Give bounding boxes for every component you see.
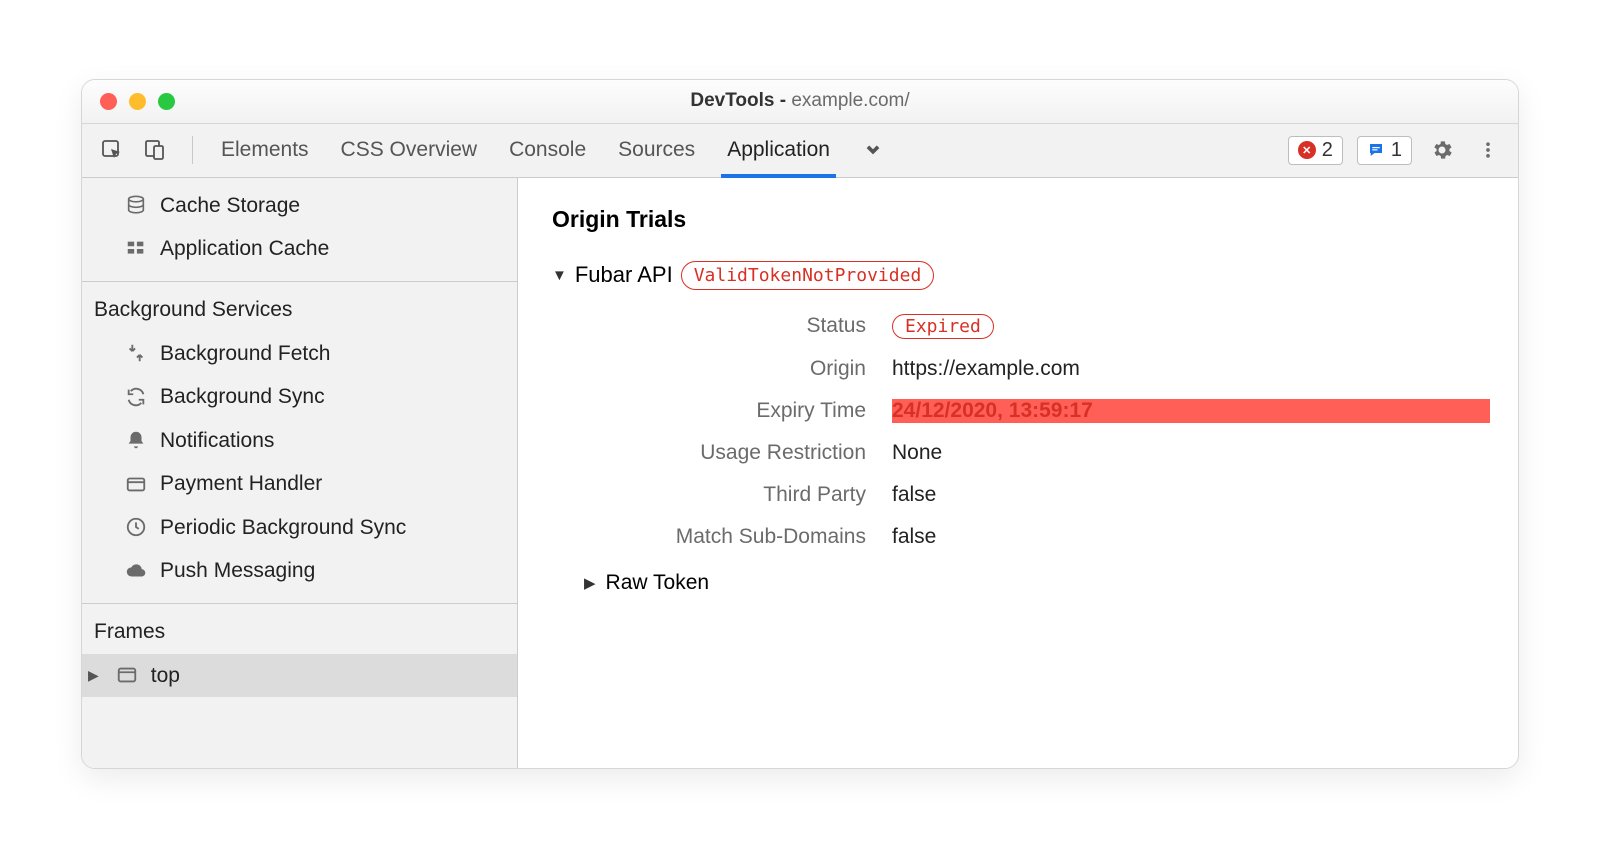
expired-badge: Expired: [892, 314, 994, 339]
raw-token-label: Raw Token: [606, 571, 710, 595]
origin-trials-heading: Origin Trials: [552, 206, 1490, 233]
sidebar-item-payment-handler[interactable]: Payment Handler: [82, 462, 517, 506]
sidebar-item-periodic-background-sync[interactable]: Periodic Background Sync: [82, 506, 517, 550]
sidebar-item-label: Background Sync: [160, 381, 325, 413]
minimize-window-icon[interactable]: [129, 93, 146, 110]
field-label-expiry: Expiry Time: [606, 399, 866, 423]
sidebar-background-section: Background Services Background Fetch Bac…: [82, 281, 517, 603]
sidebar-item-label: Push Messaging: [160, 555, 315, 587]
origin-trials-pane: Origin Trials ▼ Fubar API ValidTokenNotP…: [518, 178, 1518, 768]
fetch-icon: [124, 341, 148, 365]
panel-body: Cache Storage Application Cache Backgrou…: [82, 178, 1518, 768]
more-tabs-button[interactable]: [862, 124, 884, 177]
field-value-status: Expired: [892, 314, 1490, 339]
database-icon: [124, 193, 148, 217]
frame-icon: [115, 663, 139, 687]
kebab-menu-icon[interactable]: [1472, 134, 1504, 166]
panel-tabs: Elements CSS Overview Console Sources Ap…: [201, 124, 884, 177]
messages-count: 1: [1391, 139, 1402, 162]
tab-sources[interactable]: Sources: [618, 124, 695, 177]
sidebar-item-push-messaging[interactable]: Push Messaging: [82, 549, 517, 593]
disclosure-triangle-icon[interactable]: ▶: [584, 574, 596, 592]
errors-chip[interactable]: 2: [1288, 136, 1343, 165]
bell-icon: [124, 428, 148, 452]
field-value-match-subdomains: false: [892, 525, 1490, 549]
disclosure-triangle-icon[interactable]: ▶: [88, 665, 99, 686]
cloud-icon: [124, 559, 148, 583]
titlebar: DevTools - example.com/: [82, 80, 1518, 124]
sidebar-item-application-cache[interactable]: Application Cache: [82, 227, 517, 271]
sidebar-cache-section: Cache Storage Application Cache: [82, 178, 517, 271]
sidebar-frames-section: Frames ▶ top: [82, 603, 517, 698]
application-sidebar: Cache Storage Application Cache Backgrou…: [82, 178, 518, 768]
field-label-origin: Origin: [606, 357, 866, 381]
sync-icon: [124, 385, 148, 409]
devtools-window: DevTools - example.com/ Elements CSS Ove…: [81, 79, 1519, 769]
errors-count: 2: [1322, 139, 1333, 162]
message-icon: [1367, 141, 1385, 159]
tab-css-overview[interactable]: CSS Overview: [341, 124, 478, 177]
settings-gear-icon[interactable]: [1426, 134, 1458, 166]
sidebar-item-cache-storage[interactable]: Cache Storage: [82, 184, 517, 228]
trial-name: Fubar API: [575, 262, 673, 288]
zoom-window-icon[interactable]: [158, 93, 175, 110]
sidebar-item-label: Application Cache: [160, 233, 329, 265]
messages-chip[interactable]: 1: [1357, 136, 1412, 165]
field-value-origin: https://example.com: [892, 357, 1490, 381]
tab-application[interactable]: Application: [727, 124, 830, 177]
sidebar-item-notifications[interactable]: Notifications: [82, 419, 517, 463]
sidebar-item-label: Periodic Background Sync: [160, 512, 406, 544]
trial-details-grid: Status Expired Origin https://example.co…: [606, 314, 1490, 549]
token-status-badge: ValidTokenNotProvided: [681, 261, 935, 290]
sidebar-item-background-sync[interactable]: Background Sync: [82, 375, 517, 419]
sidebar-item-frame-top[interactable]: ▶ top: [82, 654, 517, 698]
sidebar-section-heading: Background Services: [82, 282, 517, 332]
grid-icon: [124, 237, 148, 261]
error-icon: [1298, 141, 1316, 159]
tab-console[interactable]: Console: [509, 124, 586, 177]
field-value-expiry: 24/12/2020, 13:59:17: [892, 399, 1490, 423]
sidebar-item-label: Notifications: [160, 425, 274, 457]
window-title: DevTools - example.com/: [82, 90, 1518, 112]
close-window-icon[interactable]: [100, 93, 117, 110]
sidebar-item-label: Payment Handler: [160, 468, 322, 500]
field-label-match-subdomains: Match Sub-Domains: [606, 525, 866, 549]
sidebar-item-label: top: [151, 660, 180, 692]
sidebar-item-label: Background Fetch: [160, 338, 330, 370]
raw-token-row[interactable]: ▶ Raw Token: [584, 571, 1490, 595]
field-value-third-party: false: [892, 483, 1490, 507]
field-label-third-party: Third Party: [606, 483, 866, 507]
sidebar-item-background-fetch[interactable]: Background Fetch: [82, 332, 517, 376]
devtools-toolbar: Elements CSS Overview Console Sources Ap…: [82, 124, 1518, 178]
sidebar-item-label: Cache Storage: [160, 190, 300, 222]
field-label-status: Status: [606, 314, 866, 339]
origin-trial-row[interactable]: ▼ Fubar API ValidTokenNotProvided: [552, 261, 1490, 290]
window-controls: [82, 93, 175, 110]
field-value-usage: None: [892, 441, 1490, 465]
disclosure-triangle-icon[interactable]: ▼: [552, 267, 567, 284]
tab-elements[interactable]: Elements: [221, 124, 309, 177]
card-icon: [124, 472, 148, 496]
field-label-usage: Usage Restriction: [606, 441, 866, 465]
device-toolbar-icon[interactable]: [138, 134, 170, 166]
toolbar-separator: [192, 136, 193, 164]
inspect-element-icon[interactable]: [96, 134, 128, 166]
sidebar-section-heading: Frames: [82, 604, 517, 654]
clock-icon: [124, 515, 148, 539]
